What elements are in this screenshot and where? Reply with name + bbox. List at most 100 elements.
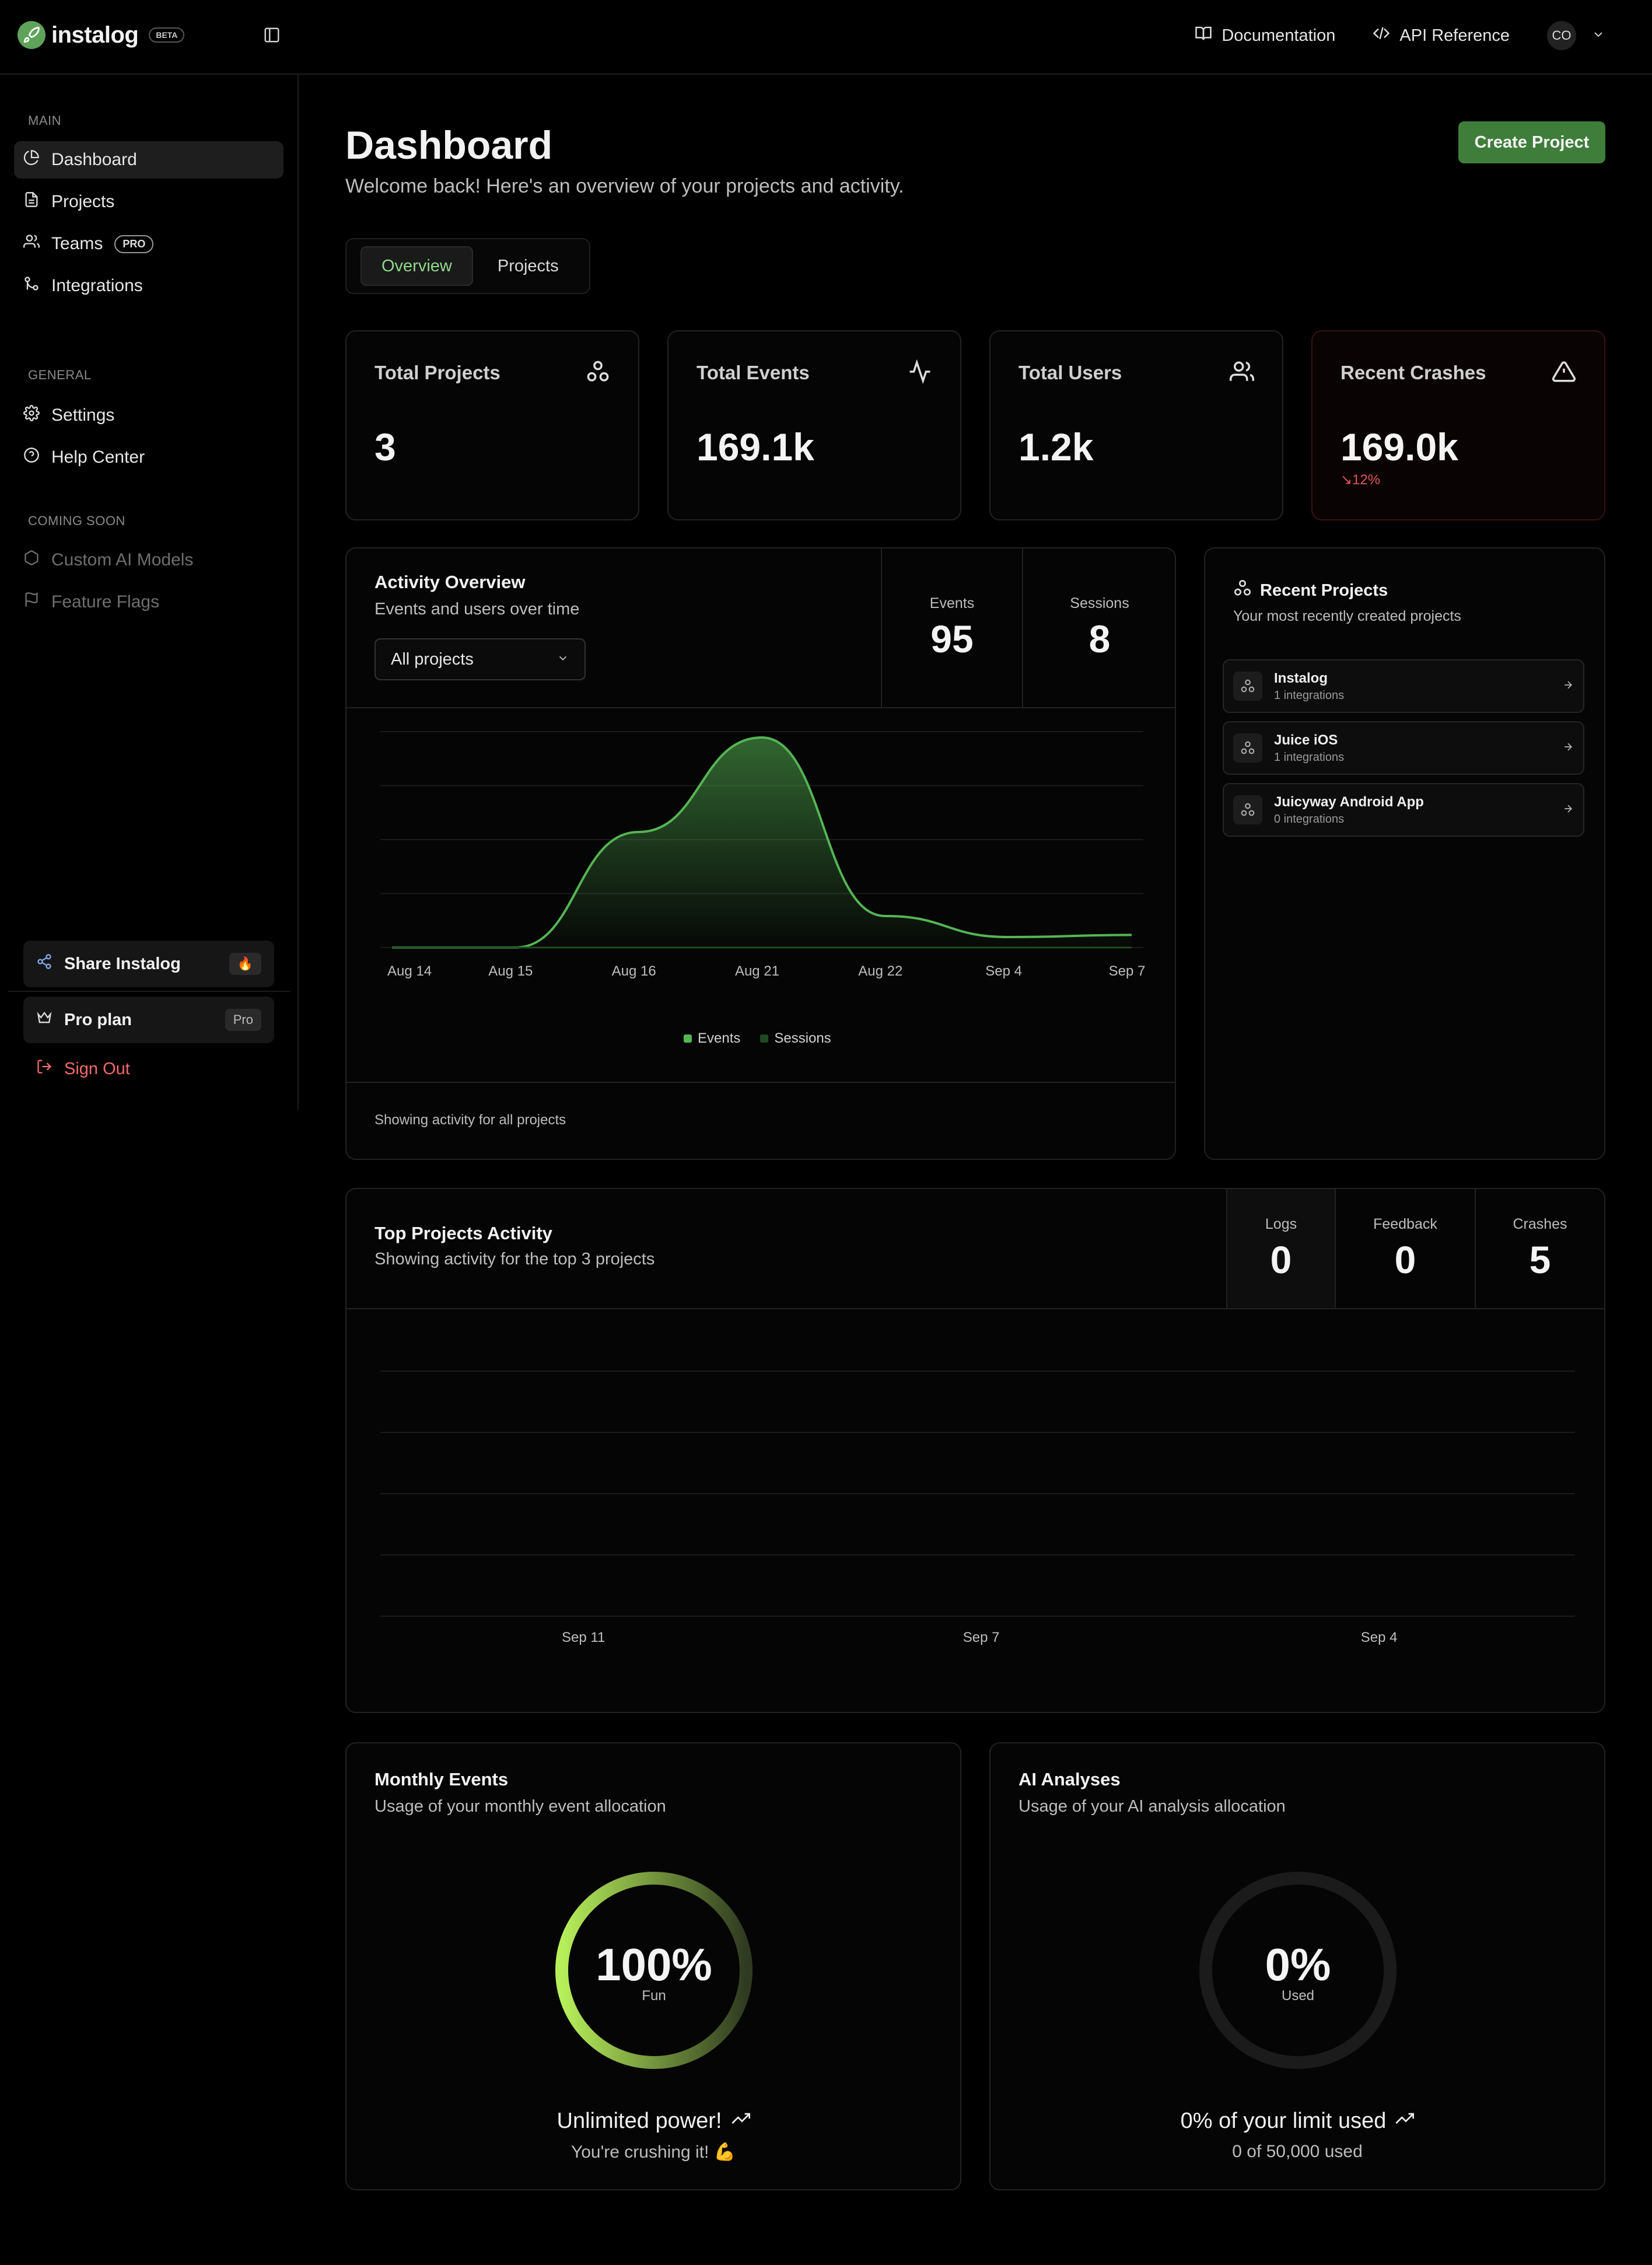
metric-events[interactable]: Events 95 (881, 548, 1022, 707)
top-bar: instalog BETA Documentation API Referenc… (0, 0, 1652, 75)
sidebar-item-integrations[interactable]: Integrations (14, 267, 284, 305)
legend-sessions[interactable]: Sessions (760, 1030, 831, 1047)
trending-down-icon: ↘ (1340, 472, 1353, 488)
metric-value: 5 (1529, 1238, 1551, 1281)
metric-label: Sessions (1070, 595, 1129, 611)
log-out-icon (36, 1058, 52, 1079)
monthly-footer: Unlimited power! You're crushing it! 💪 (346, 2109, 960, 2162)
ai-title: AI Analyses (1019, 1769, 1121, 1789)
stat-card-total-users: Total Users 1.2k (989, 330, 1283, 520)
legend-events[interactable]: Events (684, 1030, 740, 1047)
top-projects-card: Top Projects Activity Showing activity f… (345, 1188, 1605, 1713)
box-icon (23, 550, 40, 571)
sidebar-toggle-icon[interactable] (260, 23, 284, 47)
gauge-label: Fun (642, 1988, 666, 2004)
sidebar-divider (8, 991, 290, 992)
project-item[interactable]: Juice iOS 1 integrations (1223, 721, 1584, 775)
foot-main-text: 0% of your limit used (1180, 2109, 1387, 2133)
trending-up-icon (1395, 2109, 1415, 2134)
pie-chart-icon (23, 149, 40, 170)
crash-delta-value: 12% (1352, 472, 1381, 488)
brand-name: instalog (51, 22, 139, 48)
metric-logs[interactable]: Logs 0 (1226, 1189, 1335, 1308)
sidebar-item-label: Projects (51, 192, 115, 211)
share-instalog-button[interactable]: Share Instalog 🔥 (23, 941, 274, 987)
sidebar-item-label: Integrations (51, 276, 143, 295)
x-tick-label: Aug 16 (612, 963, 656, 979)
user-menu[interactable]: CO (1547, 21, 1605, 50)
recent-projects-subtitle: Your most recently created projects (1233, 608, 1461, 624)
sidebar-item-label: Teams (51, 234, 103, 253)
project-item[interactable]: Instalog 1 integrations (1223, 659, 1584, 713)
webhook-icon (1233, 672, 1262, 701)
project-select[interactable]: All projects (374, 638, 586, 680)
sidebar-item-help-center[interactable]: Help Center (14, 439, 284, 476)
monthly-subtitle: Usage of your monthly event allocation (374, 1797, 666, 1816)
divider (346, 1082, 1175, 1083)
stat-value: 1.2k (1019, 425, 1094, 469)
sidebar-item-feature-flags: Feature Flags (14, 583, 284, 621)
sidebar-item-projects[interactable]: Projects (14, 183, 284, 221)
stat-value: 3 (374, 425, 396, 469)
plan-badge: Pro (225, 1009, 261, 1031)
users-icon (23, 233, 40, 254)
share-label: Share Instalog (64, 954, 181, 973)
sidebar: MAIN Dashboard Projects Teams PRO Integr… (0, 75, 299, 1110)
metric-label: Feedback (1373, 1216, 1437, 1232)
document-icon (23, 191, 40, 212)
sign-out-button[interactable]: Sign Out (23, 1058, 130, 1079)
ai-gauge-center: 0% Used (1196, 1938, 1400, 2004)
tab-overview[interactable]: Overview (360, 246, 473, 286)
api-reference-label: API Reference (1399, 26, 1510, 45)
x-tick-label: Aug 22 (858, 963, 902, 979)
api-reference-link[interactable]: API Reference (1373, 25, 1510, 47)
legend-label: Events (698, 1030, 741, 1046)
select-value: All projects (391, 649, 474, 669)
x-tick-label: Sep 11 (562, 1630, 605, 1645)
stat-card-recent-crashes: Recent Crashes 169.0k ↘12% (1311, 330, 1605, 520)
git-merge-icon (23, 275, 40, 296)
stat-card-total-events: Total Events 169.1k (667, 330, 961, 520)
x-tick-label: Aug 14 (387, 963, 432, 979)
metric-value: 0 (1394, 1238, 1416, 1281)
share-icon (36, 953, 52, 974)
metric-crashes[interactable]: Crashes 5 (1475, 1189, 1604, 1308)
section-coming-soon: COMING SOON (28, 513, 125, 528)
foot-sub: You're crushing it! 💪 (570, 2142, 736, 2162)
plan-label: Pro plan (64, 1010, 132, 1029)
arrow-right-icon (1562, 803, 1574, 817)
stat-title: Recent Crashes (1340, 362, 1486, 383)
activity-subtitle: Events and users over time (374, 600, 580, 618)
crash-delta: ↘12% (1340, 471, 1380, 488)
x-tick-label: Sep 7 (1109, 963, 1146, 979)
project-item[interactable]: Juicyway Android App 0 integrations (1223, 783, 1584, 837)
arrow-right-icon (1562, 679, 1574, 694)
brand[interactable]: instalog BETA (18, 21, 185, 49)
project-name: Juicyway Android App (1274, 794, 1424, 810)
stat-title: Total Events (696, 362, 810, 383)
alert-triangle-icon (1552, 359, 1576, 384)
project-integrations: 0 integrations (1274, 812, 1345, 826)
metric-feedback[interactable]: Feedback 0 (1335, 1189, 1475, 1308)
fire-badge: 🔥 (229, 953, 261, 975)
section-main: MAIN (28, 113, 61, 128)
tab-projects[interactable]: Projects (478, 246, 579, 286)
sidebar-item-teams[interactable]: Teams PRO (14, 225, 284, 263)
top-nav: Documentation API Reference CO (1195, 21, 1605, 50)
sidebar-item-label: Dashboard (51, 150, 137, 169)
sidebar-item-dashboard[interactable]: Dashboard (14, 141, 284, 179)
legend-label: Sessions (774, 1030, 831, 1046)
help-circle-icon (23, 447, 40, 468)
metric-sessions[interactable]: Sessions 8 (1022, 548, 1176, 707)
recent-projects-card: Recent Projects Your most recently creat… (1204, 547, 1605, 1160)
x-tick-label: Sep 4 (1361, 1630, 1398, 1645)
webhook-icon (1233, 579, 1252, 602)
create-project-button[interactable]: Create Project (1458, 121, 1605, 163)
pro-plan-button[interactable]: Pro plan Pro (23, 997, 274, 1043)
sidebar-item-settings[interactable]: Settings (14, 397, 284, 434)
activity-chart: Aug 14 Aug 15 Aug 16 Aug 21 Aug 22 Sep 4 Sep 7 (380, 731, 1146, 979)
page-title: Dashboard (345, 123, 553, 167)
documentation-label: Documentation (1222, 26, 1336, 45)
sidebar-item-custom-ai-models: Custom AI Models (14, 541, 284, 579)
documentation-link[interactable]: Documentation (1195, 25, 1335, 47)
